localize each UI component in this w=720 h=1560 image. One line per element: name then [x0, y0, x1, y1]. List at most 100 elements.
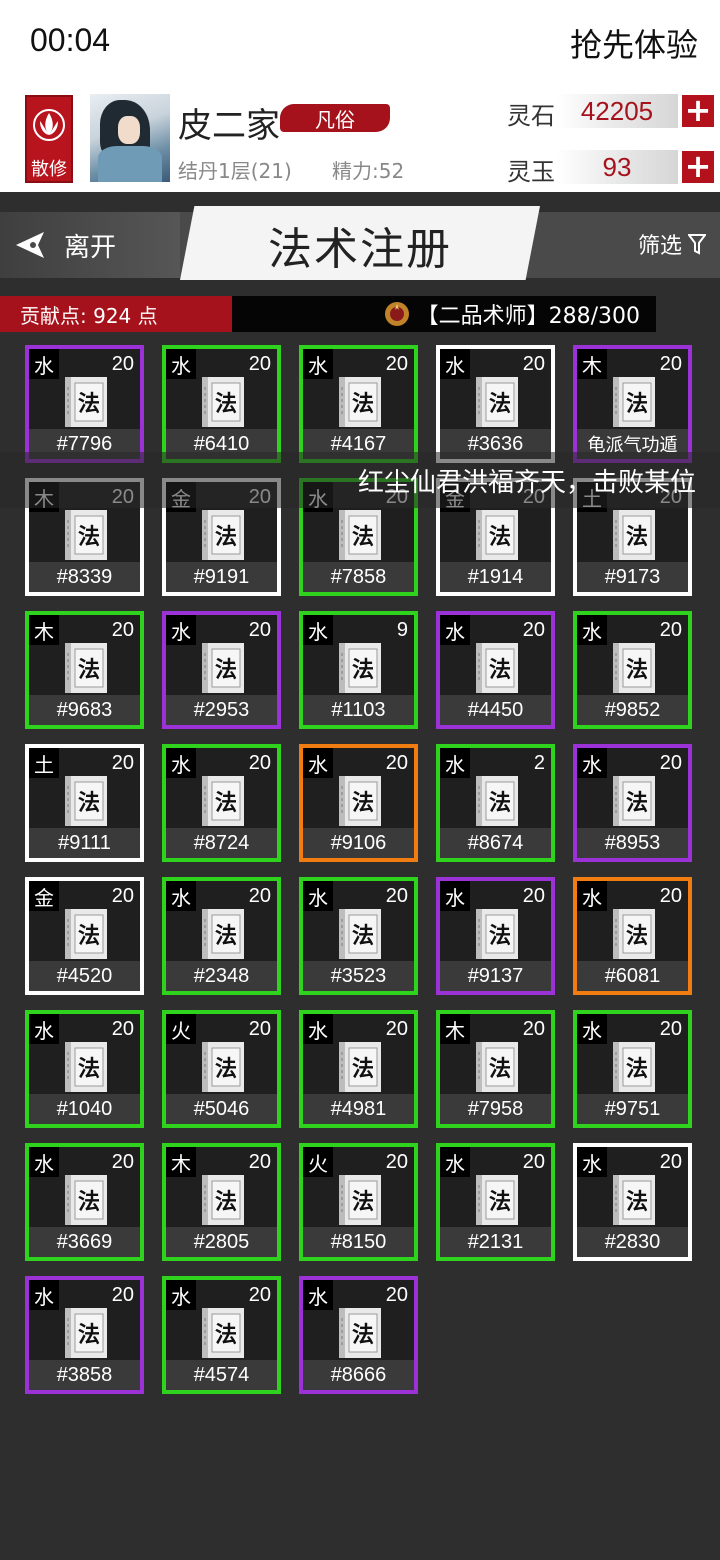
spell-element: 水 [577, 881, 607, 911]
spirit-stone-value: 42205 [556, 94, 678, 128]
spell-card[interactable]: 水 20 法 #3523 [299, 877, 418, 995]
spell-book-icon: 法 [613, 909, 655, 959]
spell-book-icon: 法 [613, 510, 655, 560]
spell-element: 水 [440, 748, 470, 778]
spell-book-icon: 法 [339, 776, 381, 826]
svg-text:法: 法 [626, 525, 648, 550]
spell-card[interactable]: 水 20 法 #4981 [299, 1010, 418, 1128]
spell-book-icon: 法 [65, 1042, 107, 1092]
spell-card[interactable]: 木 20 法 #9683 [25, 611, 144, 729]
spell-level: 20 [522, 1018, 545, 1040]
spell-level: 20 [385, 1151, 408, 1173]
add-spirit-jade-button[interactable]: + [682, 150, 714, 183]
spell-id: #9137 [440, 961, 551, 991]
spell-card[interactable]: 水 20 法 #4167 [299, 345, 418, 463]
svg-text:法: 法 [215, 392, 237, 417]
sect-badge[interactable]: 散修 [25, 95, 73, 183]
spell-id: #9106 [303, 828, 414, 858]
spell-id: #9191 [166, 562, 277, 592]
spell-card[interactable]: 水 2 法 #8674 [436, 744, 555, 862]
spell-book-icon: 法 [476, 909, 518, 959]
filter-button[interactable]: 筛选 [638, 228, 706, 260]
spell-card[interactable]: 水 9 法 #1103 [299, 611, 418, 729]
spell-element: 水 [303, 615, 333, 645]
spell-card[interactable]: 火 20 法 #8150 [299, 1143, 418, 1261]
spell-element: 水 [577, 615, 607, 645]
spell-id: #2348 [166, 961, 277, 991]
svg-text:法: 法 [78, 791, 100, 816]
svg-text:法: 法 [78, 1057, 100, 1082]
spell-element: 木 [577, 349, 607, 379]
spell-element: 水 [303, 349, 333, 379]
spell-card[interactable]: 水 20 法 #9751 [573, 1010, 692, 1128]
spell-level: 20 [385, 752, 408, 774]
spell-card[interactable]: 水 20 法 #4574 [162, 1276, 281, 1394]
spell-card[interactable]: 水 20 法 #6410 [162, 345, 281, 463]
spell-level: 20 [111, 353, 134, 375]
spell-book-icon: 法 [613, 776, 655, 826]
spell-id: #1040 [29, 1094, 140, 1124]
spell-book-icon: 法 [339, 510, 381, 560]
spell-card[interactable]: 水 20 法 #9137 [436, 877, 555, 995]
spell-card[interactable]: 水 20 法 #9852 [573, 611, 692, 729]
svg-text:法: 法 [352, 525, 374, 550]
back-arrow-icon [16, 232, 44, 258]
spell-id: #5046 [166, 1094, 277, 1124]
spell-level: 20 [248, 1284, 271, 1306]
spell-element: 水 [166, 615, 196, 645]
svg-text:法: 法 [626, 1190, 648, 1215]
broadcast-message: 红尘仙君洪福齐天，击败某位 [358, 468, 697, 498]
spell-card[interactable]: 水 20 法 #3636 [436, 345, 555, 463]
spell-element: 水 [440, 1147, 470, 1177]
spell-card[interactable]: 水 20 法 #6081 [573, 877, 692, 995]
spell-card[interactable]: 水 20 法 #3858 [25, 1276, 144, 1394]
spell-element: 木 [29, 615, 59, 645]
spell-book-icon: 法 [613, 643, 655, 693]
svg-text:法: 法 [626, 1057, 648, 1082]
spell-card[interactable]: 水 20 法 #8666 [299, 1276, 418, 1394]
svg-text:法: 法 [78, 392, 100, 417]
spell-card[interactable]: 木 20 法龟派气功遁 [573, 345, 692, 463]
spell-element: 水 [303, 1280, 333, 1310]
spell-card[interactable]: 水 20 法 #2830 [573, 1143, 692, 1261]
early-access-button[interactable]: 抢先体验 [570, 20, 698, 66]
spell-card[interactable]: 水 20 法 #2131 [436, 1143, 555, 1261]
spell-card[interactable]: 水 20 法 #7796 [25, 345, 144, 463]
spell-card[interactable]: 木 20 法 #7958 [436, 1010, 555, 1128]
contribution-points: 贡献点: 924 点 [0, 296, 232, 332]
sect-label: 散修 [31, 159, 67, 180]
svg-text:法: 法 [489, 525, 511, 550]
spell-card[interactable]: 水 20 法 #2953 [162, 611, 281, 729]
svg-text:法: 法 [352, 1057, 374, 1082]
spell-card[interactable]: 水 20 法 #9106 [299, 744, 418, 862]
spell-card[interactable]: 水 20 法 #4450 [436, 611, 555, 729]
spell-id: #8666 [303, 1360, 414, 1390]
spell-element: 土 [29, 748, 59, 778]
svg-text:法: 法 [352, 392, 374, 417]
spell-card[interactable]: 土 20 法 #9111 [25, 744, 144, 862]
svg-text:法: 法 [215, 658, 237, 683]
spell-card[interactable]: 金 20 法 #4520 [25, 877, 144, 995]
spell-book-icon: 法 [65, 643, 107, 693]
spell-card[interactable]: 水 20 法 #2348 [162, 877, 281, 995]
svg-text:法: 法 [78, 924, 100, 949]
page-title: 法术注册 [268, 224, 452, 275]
spell-card[interactable]: 水 20 法 #3669 [25, 1143, 144, 1261]
leave-button[interactable]: 离开 [0, 212, 180, 278]
spell-card[interactable]: 火 20 法 #5046 [162, 1010, 281, 1128]
spell-id: #8339 [29, 562, 140, 592]
avatar[interactable] [90, 94, 170, 182]
leave-label: 离开 [64, 232, 117, 263]
spell-id: #9751 [577, 1094, 688, 1124]
spell-book-icon: 法 [202, 643, 244, 693]
spell-book-icon: 法 [613, 1042, 655, 1092]
add-spirit-stone-button[interactable]: + [682, 94, 714, 127]
spell-card[interactable]: 水 20 法 #1040 [25, 1010, 144, 1128]
spell-level: 20 [522, 353, 545, 375]
spell-card[interactable]: 水 20 法 #8953 [573, 744, 692, 862]
spell-id: #3523 [303, 961, 414, 991]
spell-book-icon: 法 [65, 1175, 107, 1225]
cultivation-realm: 结丹1层(21) [178, 159, 292, 183]
spell-card[interactable]: 木 20 法 #2805 [162, 1143, 281, 1261]
spell-card[interactable]: 水 20 法 #8724 [162, 744, 281, 862]
